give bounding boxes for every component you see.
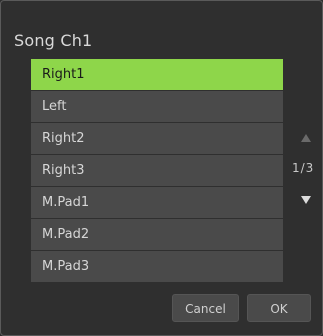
list-item-mpad1[interactable]: M.Pad1 — [31, 187, 283, 218]
list-item-mpad3[interactable]: M.Pad3 — [31, 251, 283, 282]
ok-button[interactable]: OK — [247, 294, 311, 322]
list-item-right3[interactable]: Right3 — [31, 155, 283, 186]
page-up-arrow-icon[interactable] — [301, 134, 311, 142]
cancel-button[interactable]: Cancel — [172, 294, 239, 322]
channel-select-dialog: Song Ch1 Right1 Left Right2 Right3 M.Pad… — [0, 0, 323, 336]
list-item-right2[interactable]: Right2 — [31, 123, 283, 154]
dialog-title: Song Ch1 — [14, 31, 93, 50]
list-item-right1[interactable]: Right1 — [31, 59, 283, 90]
page-indicator: 1/3 — [292, 161, 315, 175]
page-down-arrow-icon[interactable] — [301, 196, 311, 204]
list-item-left[interactable]: Left — [31, 91, 283, 122]
list-item-mpad2[interactable]: M.Pad2 — [31, 219, 283, 250]
channel-list: Right1 Left Right2 Right3 M.Pad1 M.Pad2 … — [31, 59, 283, 283]
